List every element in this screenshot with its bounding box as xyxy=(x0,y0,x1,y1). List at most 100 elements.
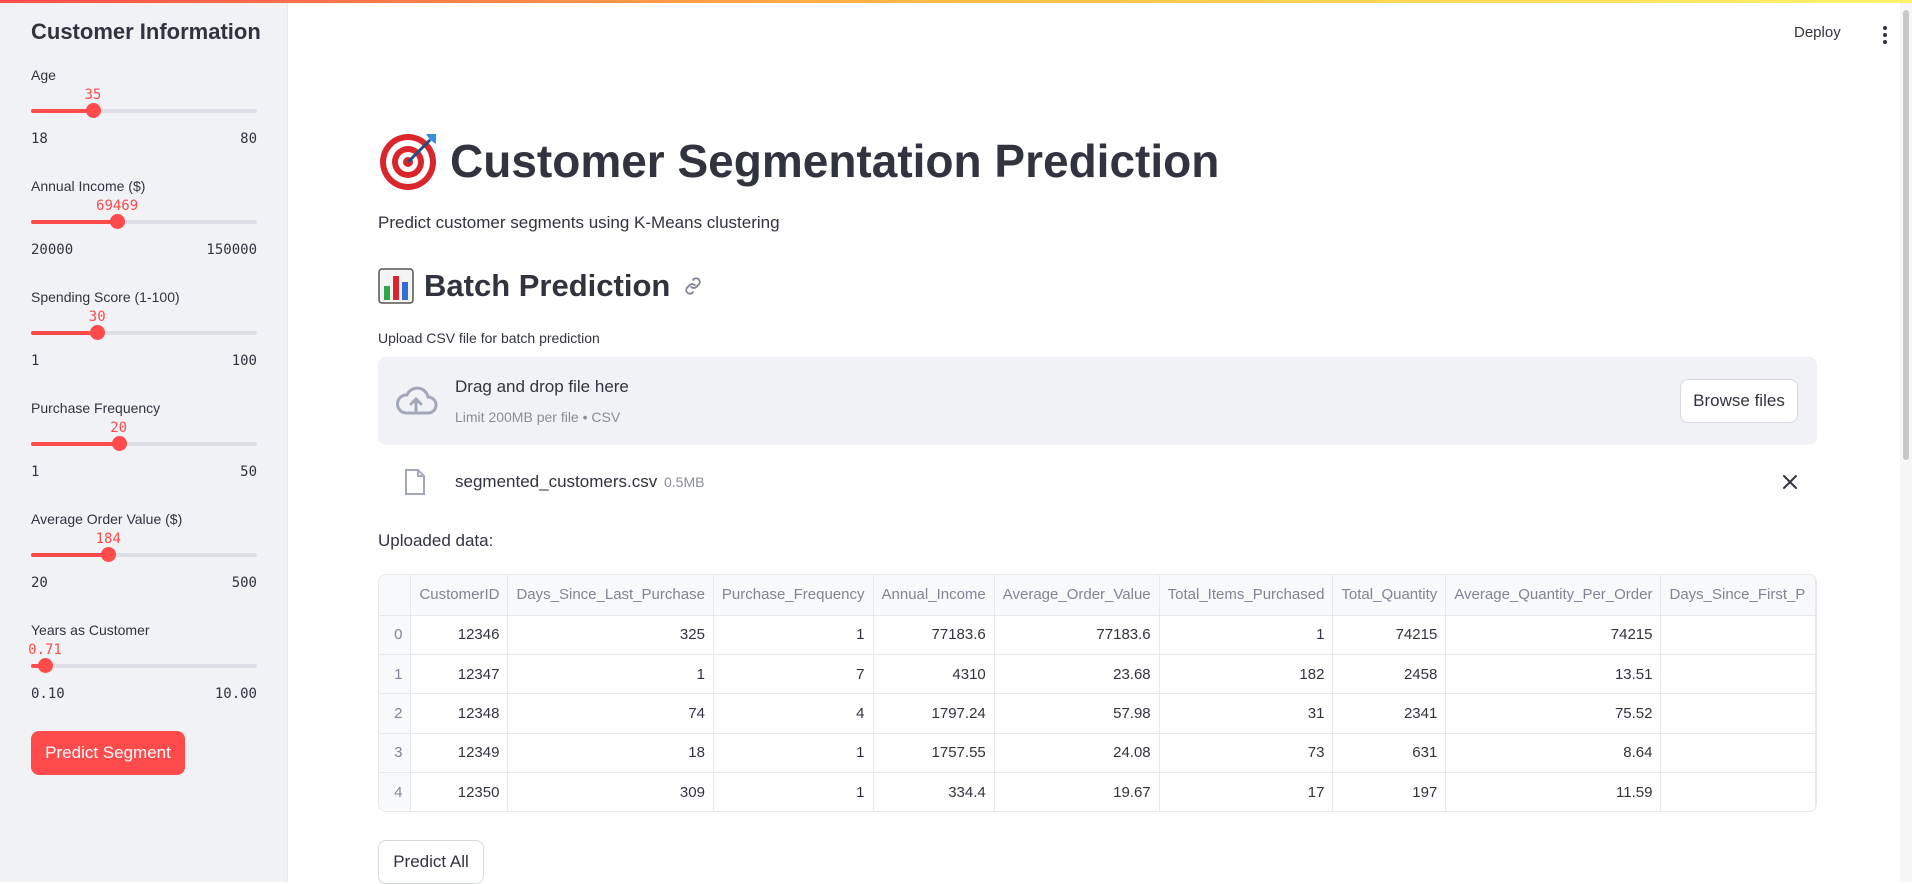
browse-files-button[interactable]: Browse files xyxy=(1680,379,1798,423)
slider-thumb[interactable] xyxy=(110,214,126,229)
batch-prediction-heading: Batch Prediction xyxy=(378,268,704,304)
table-cell[interactable]: 77183.6 xyxy=(994,615,1160,655)
table-cell[interactable]: 77183.6 xyxy=(873,615,995,655)
column-header[interactable]: Average_Order_Value xyxy=(994,575,1160,616)
slider-thumb[interactable] xyxy=(38,658,53,673)
slider-value: 30 xyxy=(88,309,106,325)
table-cell[interactable] xyxy=(1660,615,1816,655)
table-cell[interactable]: 12348 xyxy=(410,693,509,734)
table-cell[interactable]: 1 xyxy=(507,654,714,695)
file-dropzone[interactable]: Drag and drop file here Limit 200MB per … xyxy=(378,357,1817,445)
slider-value: 20 xyxy=(110,420,128,436)
annual-income-slider[interactable]: Annual Income ($) 69469 20000 150000 xyxy=(31,178,257,278)
column-header[interactable]: Total_Items_Purchased xyxy=(1159,575,1334,616)
table-cell[interactable]: 74215 xyxy=(1332,615,1447,655)
slider-label: Purchase Frequency xyxy=(31,400,161,416)
slider-track[interactable] xyxy=(31,214,257,229)
table-cell[interactable]: 1 xyxy=(713,615,874,655)
table-cell[interactable]: 182 xyxy=(1159,654,1334,695)
table-cell[interactable]: 13.51 xyxy=(1445,654,1662,695)
age-slider[interactable]: Age 35 18 80 xyxy=(31,67,257,167)
table-cell[interactable] xyxy=(1660,733,1816,774)
table-cell[interactable]: 1 xyxy=(1159,615,1334,655)
table-cell[interactable] xyxy=(1660,654,1816,695)
table-cell[interactable]: 2458 xyxy=(1332,654,1447,695)
table-cell[interactable]: 31 xyxy=(1159,693,1334,734)
table-cell[interactable]: 12349 xyxy=(410,733,509,774)
column-header[interactable]: Days_Since_First_P xyxy=(1660,575,1816,616)
column-header[interactable]: Total_Quantity xyxy=(1332,575,1447,616)
table-cell[interactable]: 1 xyxy=(713,772,874,811)
link-icon[interactable] xyxy=(682,275,704,297)
close-icon[interactable] xyxy=(1780,472,1800,492)
column-header[interactable]: Purchase_Frequency xyxy=(713,575,874,616)
table-cell[interactable] xyxy=(1660,772,1816,811)
slider-track[interactable] xyxy=(31,325,257,340)
table-cell[interactable]: 23.68 xyxy=(994,654,1160,695)
table-cell[interactable]: 4310 xyxy=(873,654,995,695)
slider-min: 1 xyxy=(31,353,40,369)
deploy-button[interactable]: Deploy xyxy=(1794,24,1841,41)
table-cell[interactable]: 57.98 xyxy=(994,693,1160,734)
dropzone-limit: Limit 200MB per file • CSV xyxy=(455,409,621,425)
table-cell[interactable]: 2341 xyxy=(1332,693,1447,734)
table-cell[interactable]: 1 xyxy=(713,733,874,774)
table-cell[interactable]: 631 xyxy=(1332,733,1447,774)
slider-track[interactable] xyxy=(31,436,257,451)
table-cell[interactable]: 12347 xyxy=(410,654,509,695)
column-header[interactable]: CustomerID xyxy=(410,575,509,616)
table-cell[interactable]: 73 xyxy=(1159,733,1334,774)
table-cell[interactable]: 18 xyxy=(507,733,714,774)
table-cell[interactable]: 11.59 xyxy=(1445,772,1662,811)
table-row: 3 12349 18 1 1757.55 24.08 73 631 8.64 xyxy=(379,733,1816,774)
column-header[interactable]: Average_Quantity_Per_Order xyxy=(1445,575,1662,616)
table-cell[interactable]: 334.4 xyxy=(873,772,995,811)
table-cell[interactable]: 19.67 xyxy=(994,772,1160,811)
table-cell[interactable]: 325 xyxy=(507,615,714,655)
slider-thumb[interactable] xyxy=(111,436,127,451)
slider-label: Years as Customer xyxy=(31,622,150,638)
table-cell[interactable]: 12350 xyxy=(410,772,509,811)
bar-chart-icon xyxy=(378,268,414,304)
table-cell[interactable]: 74 xyxy=(507,693,714,734)
years-as-customer-slider[interactable]: Years as Customer 0.71 0.10 10.00 xyxy=(28,622,257,722)
slider-track[interactable] xyxy=(31,103,257,118)
table-cell[interactable]: 309 xyxy=(507,772,714,811)
table-cell[interactable]: 4 xyxy=(713,693,874,734)
scrollbar-thumb[interactable] xyxy=(1903,10,1909,460)
table-cell[interactable]: 7 xyxy=(713,654,874,695)
table-cell[interactable]: 74215 xyxy=(1445,615,1662,655)
column-header[interactable]: Annual_Income xyxy=(873,575,995,616)
table-cell[interactable]: 197 xyxy=(1332,772,1447,811)
file-name: segmented_customers.csv xyxy=(455,472,658,491)
table-cell[interactable]: 1757.55 xyxy=(873,733,995,774)
purchase-frequency-slider[interactable]: Purchase Frequency 20 1 50 xyxy=(31,400,257,500)
table-cell[interactable]: 24.08 xyxy=(994,733,1160,774)
row-index: 0 xyxy=(379,615,412,655)
slider-max: 10.00 xyxy=(214,686,257,702)
kebab-menu-icon[interactable] xyxy=(1877,24,1893,46)
column-header[interactable]: Days_Since_Last_Purchase xyxy=(507,575,714,616)
batch-heading-text: Batch Prediction xyxy=(424,268,671,303)
column-header[interactable] xyxy=(379,575,412,616)
table-cell[interactable]: 17 xyxy=(1159,772,1334,811)
slider-track[interactable] xyxy=(31,547,257,562)
table-cell[interactable]: 1797.24 xyxy=(873,693,995,734)
table-header-row: CustomerID Days_Since_Last_Purchase Purc… xyxy=(379,575,1816,616)
table-cell[interactable]: 12346 xyxy=(410,615,509,655)
slider-thumb[interactable] xyxy=(101,547,117,562)
slider-max: 100 xyxy=(231,353,257,369)
table-cell[interactable]: 8.64 xyxy=(1445,733,1662,774)
slider-thumb[interactable] xyxy=(85,103,101,118)
data-table[interactable]: CustomerID Days_Since_Last_Purchase Purc… xyxy=(378,574,1817,812)
row-index: 4 xyxy=(379,772,412,811)
predict-all-button[interactable]: Predict All xyxy=(378,840,484,884)
slider-track[interactable] xyxy=(31,658,257,673)
table-cell[interactable] xyxy=(1660,693,1816,734)
table-cell[interactable]: 75.52 xyxy=(1445,693,1662,734)
spending-score-slider[interactable]: Spending Score (1-100) 30 1 100 xyxy=(31,289,257,389)
predict-segment-button[interactable]: Predict Segment xyxy=(31,731,185,775)
slider-thumb[interactable] xyxy=(90,325,106,340)
slider-label: Average Order Value ($) xyxy=(31,511,183,527)
average-order-value-slider[interactable]: Average Order Value ($) 184 20 500 xyxy=(31,511,257,611)
